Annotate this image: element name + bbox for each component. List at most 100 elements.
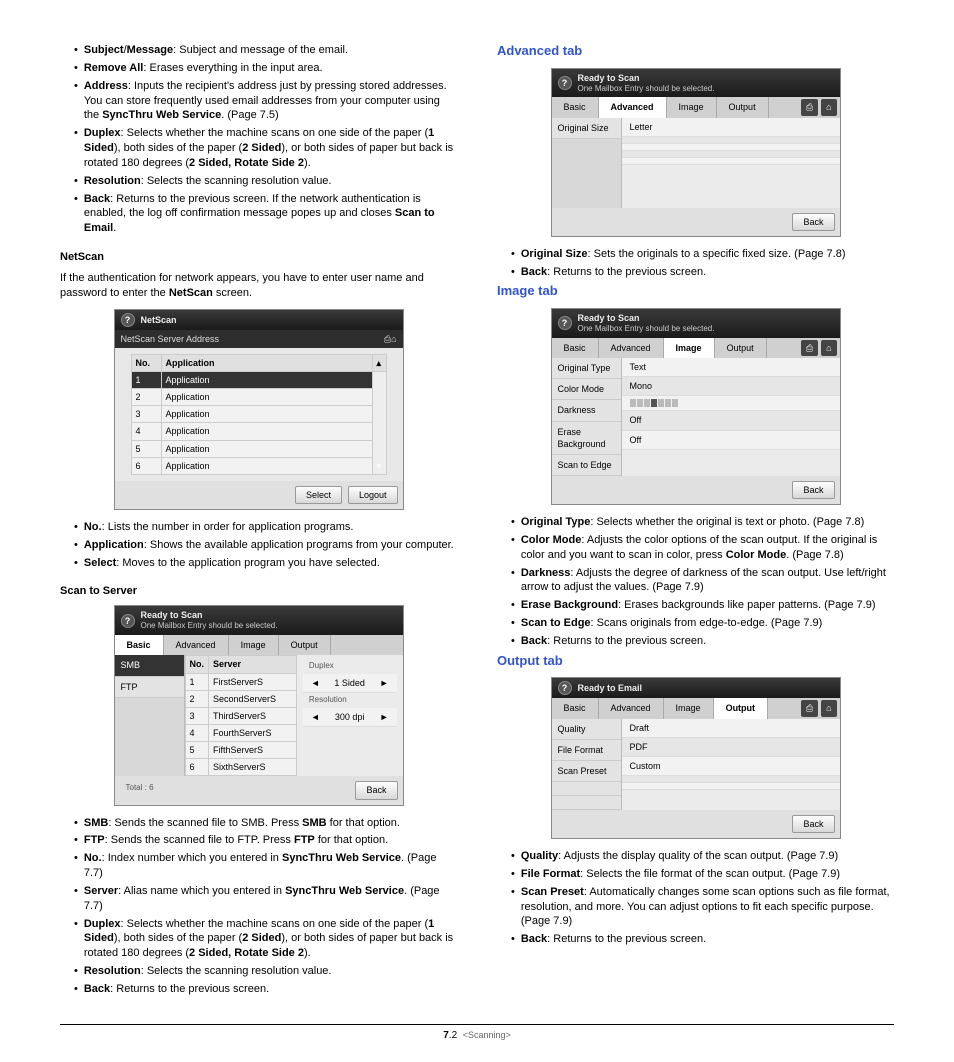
netscan-table: No.Application▴ 1Application▾2Applicatio… (131, 354, 387, 475)
help-icon: ? (121, 313, 135, 327)
list-item: •Erase Background: Erases backgrounds li… (511, 598, 894, 613)
setting-row[interactable]: Off (622, 431, 840, 450)
tab-advanced[interactable]: Advanced (599, 338, 664, 358)
list-item: •FTP: Sends the scanned file to FTP. Pre… (74, 833, 457, 848)
table-row[interactable]: 1FirstServerS (185, 673, 296, 690)
tool-icon: ⎙ (801, 340, 818, 356)
list-item: •Back: Returns to the previous screen. I… (74, 192, 457, 237)
list-item: •Server: Alias name which you entered in… (74, 884, 457, 914)
side-label: File Format (552, 740, 621, 761)
table-row[interactable]: 6Application (131, 457, 386, 474)
list-item: •Resolution: Selects the scanning resolu… (74, 964, 457, 979)
back-button[interactable]: Back (355, 781, 397, 799)
list-item: •Address: Inputs the recipient's address… (74, 79, 457, 124)
tab-output[interactable]: Output (714, 698, 769, 718)
scan-server-dialog: ? Ready to Scan One Mailbox Entry should… (114, 605, 404, 805)
side-label: Scan to Edge (552, 455, 621, 476)
advanced-dialog: ? Ready to ScanOne Mailbox Entry should … (551, 68, 841, 237)
side-label: Darkness (552, 400, 621, 421)
setting-row[interactable]: Mono (622, 377, 840, 396)
logout-button[interactable]: Logout (348, 486, 398, 504)
home-icon: ⌂ (821, 340, 836, 356)
setting-row[interactable]: Draft (622, 719, 840, 738)
help-icon: ? (121, 614, 135, 628)
list-item: •Darkness: Adjusts the degree of darknes… (511, 566, 894, 596)
image-dialog: ? Ready to ScanOne Mailbox Entry should … (551, 308, 841, 505)
table-row[interactable]: 5Application (131, 440, 386, 457)
tab-output[interactable]: Output (717, 97, 769, 117)
tab-basic[interactable]: Basic (115, 635, 164, 655)
right-column: Advanced tab ? Ready to ScanOne Mailbox … (497, 40, 894, 1000)
home-icon: ⌂ (821, 700, 836, 716)
setting-row[interactable]: Text (622, 358, 840, 377)
tab-basic[interactable]: Basic (552, 698, 599, 718)
list-item: •Scan to Edge: Scans originals from edge… (511, 616, 894, 631)
dialog-titlebar: ? NetScan (115, 310, 403, 330)
table-row[interactable]: 2SecondServerS (185, 690, 296, 707)
tab-advanced[interactable]: Advanced (599, 698, 664, 718)
advanced-tab-heading: Advanced tab (497, 42, 894, 60)
side-smb[interactable]: SMB (115, 655, 184, 676)
back-button[interactable]: Back (792, 481, 834, 499)
list-item: •Duplex: Selects whether the machine sca… (74, 917, 457, 962)
tab-image[interactable]: Image (667, 97, 717, 117)
list-item: •Select: Moves to the application progra… (74, 556, 457, 571)
tab-output[interactable]: Output (715, 338, 767, 358)
tab-advanced[interactable]: Advanced (599, 97, 667, 117)
table-row[interactable]: 3Application (131, 406, 386, 423)
table-row[interactable]: 5FifthServerS (185, 742, 296, 759)
list-item: •SMB: Sends the scanned file to SMB. Pre… (74, 816, 457, 831)
netscan-para: If the authentication for network appear… (60, 271, 457, 301)
setting-row[interactable]: Off (622, 411, 840, 430)
list-item: •Color Mode: Adjusts the color options o… (511, 533, 894, 563)
list-item: •Original Size: Sets the originals to a … (511, 247, 894, 262)
page-footer: 7.2 <Scanning> (60, 1024, 894, 1043)
tool-icon: ⎙ (801, 99, 818, 115)
setting-row[interactable]: PDF (622, 738, 840, 757)
select-button[interactable]: Select (295, 486, 342, 504)
list-item: •Original Type: Selects whether the orig… (511, 515, 894, 530)
setting-row[interactable] (622, 396, 840, 411)
list-item: •Back: Returns to the previous screen. (511, 634, 894, 649)
setting-row[interactable]: Custom (622, 757, 840, 776)
side-label: Quality (552, 719, 621, 740)
home-icon: ⌂ (391, 334, 396, 344)
list-item: •No.: Index number which you entered in … (74, 851, 457, 881)
list-item: •Back: Returns to the previous screen. (74, 982, 457, 997)
list-item: •Subject/Message: Subject and message of… (74, 43, 457, 58)
table-row[interactable]: 4Application (131, 423, 386, 440)
tab-output[interactable]: Output (279, 635, 331, 655)
help-icon: ? (558, 316, 572, 330)
side-ftp[interactable]: FTP (115, 677, 184, 698)
tab-image[interactable]: Image (664, 698, 714, 718)
table-row[interactable]: 4FourthServerS (185, 724, 296, 741)
tab-basic[interactable]: Basic (552, 97, 599, 117)
tab-basic[interactable]: Basic (552, 338, 599, 358)
output-dialog: ? Ready to Email BasicAdvancedImageOutpu… (551, 677, 841, 839)
list-item: •Application: Shows the available applic… (74, 538, 457, 553)
table-row[interactable]: 1Application▾ (131, 371, 386, 388)
help-icon: ? (558, 681, 572, 695)
list-item: •Resolution: Selects the scanning resolu… (74, 174, 457, 189)
tool-icon: ⎙ (384, 334, 391, 344)
netscan-dialog: ? NetScan NetScan Server Address ⎙⌂ No.A… (114, 309, 404, 510)
table-row[interactable]: 3ThirdServerS (185, 707, 296, 724)
home-icon: ⌂ (821, 99, 836, 115)
back-button[interactable]: Back (792, 815, 834, 833)
table-row[interactable]: 2Application (131, 389, 386, 406)
tab-image[interactable]: Image (229, 635, 279, 655)
tab-image[interactable]: Image (664, 338, 715, 358)
back-button[interactable]: Back (792, 213, 834, 231)
help-icon: ? (558, 76, 572, 90)
table-row[interactable]: 6SixthServerS (185, 759, 296, 776)
dialog-subbar: NetScan Server Address ⎙⌂ (115, 330, 403, 348)
side-label: Color Mode (552, 379, 621, 400)
list-item: •Back: Returns to the previous screen. (511, 932, 894, 947)
list-item: •Duplex: Selects whether the machine sca… (74, 126, 457, 171)
side-label: Original Type (552, 358, 621, 379)
list-item: •Scan Preset: Automatically changes some… (511, 885, 894, 930)
tool-icon: ⎙ (801, 700, 818, 716)
image-tab-heading: Image tab (497, 282, 894, 300)
tab-advanced[interactable]: Advanced (164, 635, 229, 655)
list-item: •Remove All: Erases everything in the in… (74, 61, 457, 76)
